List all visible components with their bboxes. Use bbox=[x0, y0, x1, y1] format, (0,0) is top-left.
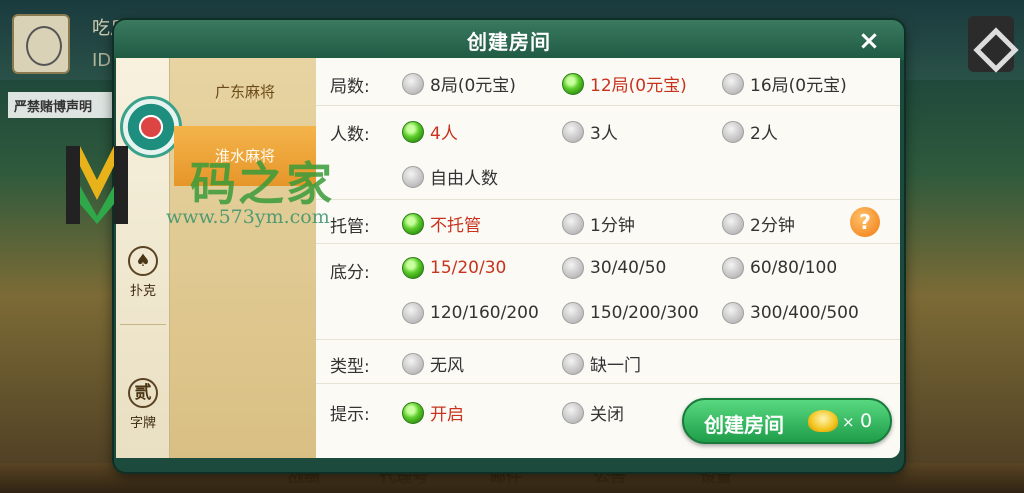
radio-icon bbox=[722, 72, 744, 95]
create-room-label: 创建房间 bbox=[704, 413, 784, 437]
option-text: 60/80/100 bbox=[750, 258, 838, 278]
hint-option-off[interactable]: 关闭 bbox=[562, 400, 624, 425]
spade-icon: ♠ bbox=[128, 246, 158, 276]
option-text: 8局(0元宝) bbox=[430, 76, 516, 96]
option-text: 15/20/30 bbox=[430, 258, 507, 278]
radio-icon bbox=[562, 401, 584, 424]
players-option-2[interactable]: 2人 bbox=[722, 119, 778, 144]
radio-selected-icon bbox=[562, 72, 584, 95]
hint-option-on[interactable]: 开启 bbox=[402, 400, 464, 425]
watermark-logo-icon bbox=[66, 146, 128, 224]
option-text: 30/40/50 bbox=[590, 258, 667, 278]
radio-icon bbox=[562, 212, 584, 235]
type-label: 类型: bbox=[330, 357, 370, 377]
radio-icon bbox=[722, 302, 744, 324]
radio-selected-icon bbox=[402, 257, 424, 279]
hosting-row: 托管: 不托管 1分钟 2分钟 ? bbox=[316, 200, 900, 244]
base-score-option-2[interactable]: 30/40/50 bbox=[562, 257, 666, 279]
players-label: 人数: bbox=[330, 125, 370, 145]
option-text: 1分钟 bbox=[590, 216, 635, 236]
options-panel: 局数: 8局(0元宝) 12局(0元宝) 16局(0元宝) 人数: 4人 3人 … bbox=[316, 58, 900, 458]
players-option-4[interactable]: 4人 bbox=[402, 119, 458, 144]
radio-icon bbox=[402, 165, 424, 188]
create-room-dialog: 创建房间 × ♠ 扑克 贰 字牌 广东麻将 淮水麻将 局数: 8局(0元宝) 1… bbox=[114, 20, 904, 472]
option-text: 16局(0元宝) bbox=[750, 76, 847, 96]
player-avatar[interactable] bbox=[12, 14, 70, 74]
rounds-option-8[interactable]: 8局(0元宝) bbox=[402, 71, 516, 96]
hosting-option-2min[interactable]: 2分钟 bbox=[722, 211, 795, 236]
players-option-3[interactable]: 3人 bbox=[562, 119, 618, 144]
players-option-free[interactable]: 自由人数 bbox=[402, 164, 498, 189]
notice-banner: 严禁赌博声明 bbox=[8, 92, 118, 118]
radio-selected-icon bbox=[402, 120, 424, 143]
player-id: ID bbox=[92, 50, 112, 71]
category-poker[interactable]: ♠ 扑克 bbox=[116, 246, 170, 299]
hint-label: 提示: bbox=[330, 405, 370, 425]
type-option-missing-suit[interactable]: 缺一门 bbox=[562, 351, 641, 376]
hosting-label: 托管: bbox=[330, 217, 370, 237]
option-text: 2分钟 bbox=[750, 216, 795, 236]
option-text: 150/200/300 bbox=[590, 303, 699, 323]
radio-icon bbox=[402, 302, 424, 324]
subtab-guangdong[interactable]: 广东麻将 bbox=[174, 62, 316, 122]
category-zipai-label: 字牌 bbox=[129, 416, 156, 431]
rounds-option-16[interactable]: 16局(0元宝) bbox=[722, 71, 847, 96]
rounds-option-12[interactable]: 12局(0元宝) bbox=[562, 71, 687, 96]
radio-selected-icon bbox=[402, 212, 424, 235]
option-text: 2人 bbox=[750, 124, 778, 144]
base-score-option-4[interactable]: 120/160/200 bbox=[402, 302, 539, 324]
option-text: 开启 bbox=[430, 405, 464, 425]
rounds-row: 局数: 8局(0元宝) 12局(0元宝) 16局(0元宝) bbox=[316, 58, 900, 106]
base-score-option-6[interactable]: 300/400/500 bbox=[722, 302, 859, 324]
base-score-option-3[interactable]: 60/80/100 bbox=[722, 257, 837, 279]
rounds-label: 局数: bbox=[330, 77, 370, 97]
type-row: 类型: 无风 缺一门 bbox=[316, 340, 900, 384]
help-icon[interactable]: ? bbox=[850, 207, 880, 237]
er-icon: 贰 bbox=[128, 378, 158, 408]
option-text: 自由人数 bbox=[430, 169, 498, 189]
type-option-nowind[interactable]: 无风 bbox=[402, 351, 464, 376]
category-poker-label: 扑克 bbox=[129, 284, 156, 299]
base-score-label: 底分: bbox=[330, 263, 370, 283]
option-text: 3人 bbox=[590, 124, 618, 144]
option-text: 12局(0元宝) bbox=[590, 76, 687, 96]
hosting-option-none[interactable]: 不托管 bbox=[402, 211, 481, 236]
game-category-sidebar: ♠ 扑克 贰 字牌 广东麻将 淮水麻将 bbox=[116, 58, 316, 458]
watermark-url: www.573ym.com bbox=[166, 206, 330, 228]
close-button[interactable]: × bbox=[852, 24, 886, 58]
ingot-cost: 0 bbox=[860, 410, 873, 432]
create-room-button[interactable]: 创建房间 × 0 bbox=[682, 398, 892, 444]
hosting-option-1min[interactable]: 1分钟 bbox=[562, 211, 635, 236]
dialog-title: 创建房间 bbox=[467, 30, 551, 54]
dialog-header: 创建房间 × bbox=[114, 20, 904, 60]
option-text: 4人 bbox=[430, 124, 458, 144]
option-text: 不托管 bbox=[430, 216, 481, 236]
radio-icon bbox=[722, 212, 744, 235]
divider bbox=[120, 324, 166, 325]
radio-icon bbox=[402, 72, 424, 95]
radio-selected-icon bbox=[402, 401, 424, 424]
radio-icon bbox=[402, 352, 424, 375]
option-text: 无风 bbox=[430, 356, 464, 376]
watermark-text: 码之家 bbox=[190, 157, 334, 211]
base-score-option-5[interactable]: 150/200/300 bbox=[562, 302, 699, 324]
gold-ingot-icon bbox=[808, 410, 838, 432]
times-sign: × bbox=[842, 413, 855, 431]
radio-icon bbox=[562, 352, 584, 375]
radio-icon bbox=[722, 257, 744, 279]
option-text: 关闭 bbox=[590, 405, 624, 425]
category-zipai[interactable]: 贰 字牌 bbox=[116, 378, 170, 431]
option-text: 缺一门 bbox=[590, 356, 641, 376]
players-row: 人数: 4人 3人 2人 自由人数 bbox=[316, 106, 900, 200]
base-score-row: 底分: 15/20/30 30/40/50 60/80/100 120/160/… bbox=[316, 244, 900, 340]
radio-icon bbox=[562, 302, 584, 324]
radio-icon bbox=[562, 120, 584, 143]
option-text: 120/160/200 bbox=[430, 303, 539, 323]
mahjong-logo-icon bbox=[120, 96, 182, 158]
menu-diamond-icon[interactable] bbox=[968, 16, 1014, 72]
radio-icon bbox=[562, 257, 584, 279]
option-text: 300/400/500 bbox=[750, 303, 859, 323]
base-score-option-1[interactable]: 15/20/30 bbox=[402, 257, 506, 279]
radio-icon bbox=[722, 120, 744, 143]
